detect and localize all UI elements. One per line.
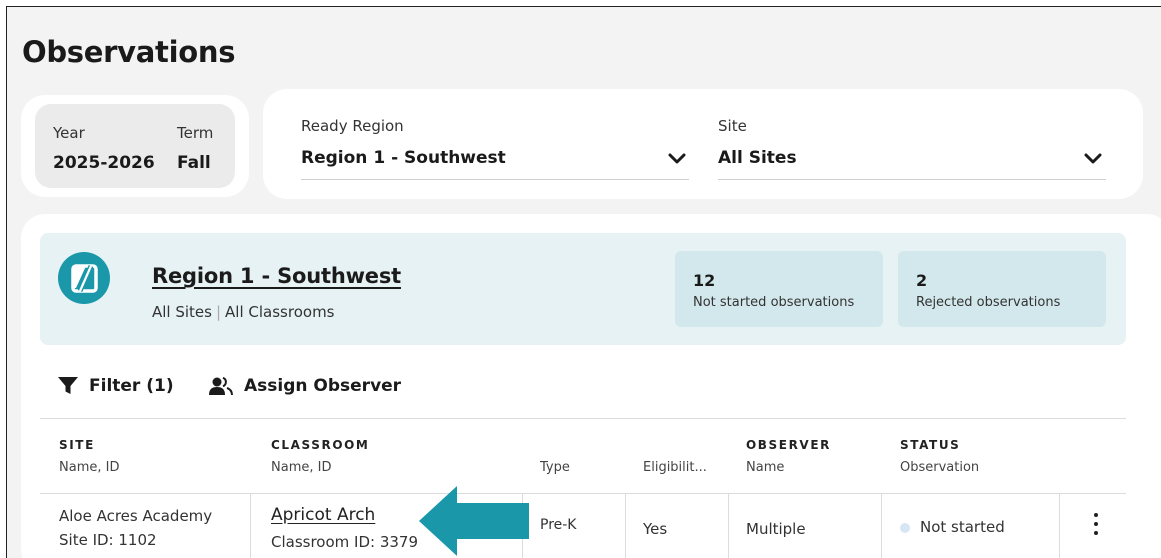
row-site-name: Aloe Acres Academy xyxy=(59,507,213,525)
page-title: Observations xyxy=(22,35,236,69)
assign-observer-button[interactable]: Assign Observer xyxy=(208,376,401,396)
stat-not-started[interactable]: 12 Not started observations xyxy=(675,251,883,327)
period-card: Year 2025-2026 Term Fall xyxy=(21,95,249,197)
row-status-label: Not started xyxy=(920,518,1005,536)
table-top-divider xyxy=(40,418,1126,419)
filter-button[interactable]: Filter (1) xyxy=(57,376,174,396)
stat-count: 2 xyxy=(916,271,928,290)
region-logo-icon xyxy=(58,252,110,304)
table-header-divider xyxy=(40,493,1126,494)
column-subheader-observer: Name xyxy=(746,460,785,475)
stat-count: 12 xyxy=(693,271,716,290)
row-site-id: Site ID: 1102 xyxy=(59,531,157,549)
column-subheader-status: Observation xyxy=(900,460,980,475)
row-eligibility: Yes xyxy=(643,520,668,538)
column-subheader-site: Name, ID xyxy=(59,460,120,475)
column-header-status[interactable]: STATUS xyxy=(900,438,960,452)
column-header-eligibility[interactable]: Eligibilit... xyxy=(643,460,707,475)
region-select-label: Ready Region xyxy=(301,117,404,135)
column-header-observer[interactable]: OBSERVER xyxy=(746,438,831,452)
filter-button-label: Filter (1) xyxy=(89,376,174,396)
year-value: 2025-2026 xyxy=(53,153,155,173)
chevron-down-icon xyxy=(668,153,686,164)
chevron-down-icon xyxy=(1084,153,1102,164)
column-header-classroom[interactable]: CLASSROOM xyxy=(271,438,369,452)
arrow-left-icon xyxy=(419,486,529,556)
stat-label: Rejected observations xyxy=(916,295,1061,310)
scope-classrooms: All Classrooms xyxy=(225,303,335,321)
site-select-underline xyxy=(718,179,1106,180)
row-observer: Multiple xyxy=(746,520,806,538)
site-select-label: Site xyxy=(718,117,747,135)
assign-observer-label: Assign Observer xyxy=(244,376,402,396)
region-summary: Region 1 - Southwest All Sites | All Class… xyxy=(40,233,1126,345)
row-type: Pre-K xyxy=(540,517,577,533)
row-classroom-id: Classroom ID: 3379 xyxy=(271,533,419,551)
stat-label: Not started observations xyxy=(693,295,855,310)
column-header-type[interactable]: Type xyxy=(540,460,570,475)
region-select[interactable]: Ready Region Region 1 - Southwest xyxy=(301,109,689,180)
column-divider xyxy=(250,494,251,558)
kebab-menu-icon[interactable] xyxy=(1093,513,1099,537)
column-divider xyxy=(625,494,626,558)
region-name-link[interactable]: Region 1 - Southwest xyxy=(152,264,401,288)
app-frame: Observations Year 2025-2026 Term Fall Re… xyxy=(6,6,1161,558)
stat-rejected[interactable]: 2 Rejected observations xyxy=(898,251,1106,327)
term-value: Fall xyxy=(177,153,211,173)
region-select-underline xyxy=(301,179,689,180)
status-dot-icon xyxy=(900,522,910,533)
row-status: Not started xyxy=(900,518,1005,536)
column-divider xyxy=(728,494,729,558)
column-subheader-classroom: Name, ID xyxy=(271,460,332,475)
region-select-value: Region 1 - Southwest xyxy=(301,148,506,168)
funnel-icon xyxy=(58,377,78,394)
scope-separator: | xyxy=(215,303,222,321)
site-select[interactable]: Site All Sites xyxy=(718,109,1106,180)
column-divider xyxy=(881,494,882,558)
user-group-icon xyxy=(209,376,233,396)
region-scope: All Sites | All Classrooms xyxy=(152,303,335,321)
scope-sites: All Sites xyxy=(152,303,212,321)
year-label: Year xyxy=(53,124,85,142)
column-header-site[interactable]: SITE xyxy=(59,438,95,452)
period-selector[interactable]: Year 2025-2026 Term Fall xyxy=(35,104,235,188)
term-label: Term xyxy=(177,124,214,142)
classroom-link[interactable]: Apricot Arch xyxy=(271,505,375,525)
observations-panel: Region 1 - Southwest All Sites | All Class… xyxy=(21,214,1161,558)
site-select-value: All Sites xyxy=(718,148,797,168)
column-divider xyxy=(1059,494,1060,558)
filter-card: Ready Region Region 1 - Southwest Site A… xyxy=(263,89,1143,199)
